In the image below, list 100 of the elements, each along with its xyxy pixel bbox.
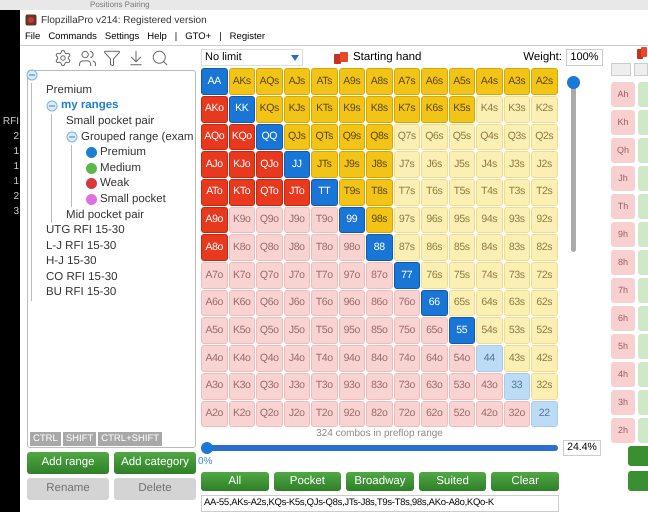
hand-cell[interactable]: AJs bbox=[284, 68, 310, 95]
card-button[interactable]: 9h bbox=[611, 222, 635, 247]
hand-cell[interactable]: 93s bbox=[504, 206, 530, 234]
hand-cell[interactable]: 84o bbox=[366, 345, 392, 372]
hand-cell[interactable]: A3o bbox=[201, 372, 228, 400]
tree-item[interactable]: Small pocket pair bbox=[66, 112, 154, 130]
preset-button[interactable]: Clear bbox=[491, 472, 559, 492]
hand-cell[interactable]: A7o bbox=[201, 262, 228, 289]
weight-field[interactable]: 100% bbox=[566, 49, 603, 66]
menu-item[interactable]: | bbox=[174, 30, 178, 45]
hand-cell[interactable]: T8o bbox=[311, 234, 338, 262]
tree-item[interactable]: UTG RFI 15-30 bbox=[46, 222, 125, 240]
collapse-icon[interactable] bbox=[46, 100, 58, 112]
card-button[interactable]: 3h bbox=[611, 390, 635, 415]
hand-cell[interactable]: 43o bbox=[476, 372, 502, 400]
hand-cell[interactable]: A2s bbox=[531, 68, 558, 95]
menu-item[interactable]: File bbox=[25, 30, 40, 45]
hand-cell[interactable]: T5s bbox=[448, 179, 475, 206]
hand-cell[interactable]: 63o bbox=[421, 372, 448, 400]
hand-cell[interactable]: 85o bbox=[366, 317, 392, 344]
hand-cell[interactable]: Q5s bbox=[448, 124, 475, 150]
hand-cell[interactable]: 74o bbox=[394, 345, 420, 372]
hand-cell[interactable]: T5o bbox=[311, 317, 338, 344]
card-button[interactable] bbox=[638, 278, 648, 303]
hand-cell[interactable]: A6s bbox=[421, 68, 448, 95]
card-button[interactable] bbox=[638, 138, 648, 163]
action-button[interactable]: Add range bbox=[27, 452, 109, 474]
hand-cell[interactable]: 55 bbox=[448, 317, 475, 344]
hand-cell[interactable]: AKs bbox=[228, 68, 255, 95]
slider-thumb[interactable] bbox=[567, 76, 580, 90]
hand-cell[interactable]: TT bbox=[311, 179, 338, 206]
hand-cell[interactable]: QTo bbox=[256, 179, 282, 206]
hand-cell[interactable]: A3s bbox=[504, 68, 530, 95]
card-button[interactable] bbox=[638, 166, 648, 191]
hand-cell[interactable]: QTs bbox=[311, 124, 338, 150]
hand-cell[interactable]: 52o bbox=[448, 400, 475, 428]
menu-item[interactable]: Help bbox=[147, 30, 167, 45]
hand-cell[interactable]: 73o bbox=[394, 372, 420, 400]
hand-cell[interactable]: Q8o bbox=[256, 234, 282, 262]
hand-cell[interactable]: K2o bbox=[228, 400, 255, 428]
hand-cell[interactable]: AQo bbox=[201, 124, 228, 150]
hand-cell[interactable]: Q2s bbox=[531, 124, 558, 150]
hand-cell[interactable]: J5s bbox=[448, 151, 475, 178]
card-button[interactable]: Qh bbox=[611, 138, 635, 163]
settings-icon[interactable] bbox=[54, 49, 72, 67]
hand-cell[interactable]: J2o bbox=[284, 400, 310, 428]
hand-cell[interactable]: 72s bbox=[531, 262, 558, 289]
hand-cell[interactable]: 75o bbox=[394, 317, 420, 344]
hand-cell[interactable]: 42s bbox=[531, 345, 558, 372]
hand-cell[interactable]: Q9s bbox=[338, 124, 365, 150]
card-button[interactable] bbox=[638, 334, 648, 359]
hand-cell[interactable]: T7o bbox=[311, 262, 338, 289]
slider-thumb[interactable] bbox=[201, 442, 213, 454]
hand-cell[interactable]: KQs bbox=[256, 96, 282, 123]
hand-cell[interactable]: 33 bbox=[504, 372, 530, 400]
hand-cell[interactable]: 53s bbox=[504, 317, 530, 344]
card-button[interactable] bbox=[638, 362, 648, 387]
hand-cell[interactable]: AA bbox=[201, 68, 228, 95]
hand-cell[interactable]: 86o bbox=[366, 290, 392, 316]
hand-cell[interactable]: J9o bbox=[284, 206, 310, 234]
hand-cell[interactable]: 32o bbox=[504, 400, 530, 428]
hand-cell[interactable]: Q3s bbox=[504, 124, 530, 150]
hand-cell[interactable]: 84s bbox=[476, 234, 502, 262]
preset-button[interactable]: Pocket bbox=[274, 472, 342, 492]
hand-cell[interactable]: 82o bbox=[366, 400, 392, 428]
hand-cell[interactable]: 76s bbox=[421, 262, 448, 289]
card-button[interactable]: 5h bbox=[611, 334, 635, 359]
hand-cell[interactable]: J6s bbox=[421, 151, 448, 178]
hand-cell[interactable]: 95o bbox=[338, 317, 365, 344]
card-button[interactable]: Kh bbox=[611, 110, 635, 135]
hand-cell[interactable]: K8o bbox=[228, 234, 255, 262]
hand-cell[interactable]: J8s bbox=[366, 151, 392, 178]
hand-cell[interactable]: T3o bbox=[311, 372, 338, 400]
search-icon[interactable] bbox=[151, 49, 169, 67]
hand-cell[interactable]: A4s bbox=[476, 68, 502, 95]
hand-cell[interactable]: 94o bbox=[338, 345, 365, 372]
tree-item[interactable]: Premium bbox=[100, 144, 146, 162]
hand-cell[interactable]: 64s bbox=[476, 290, 502, 316]
card-button[interactable]: 8h bbox=[611, 250, 635, 275]
hand-cell[interactable]: K4o bbox=[228, 345, 255, 372]
preset-button[interactable]: Suited bbox=[418, 472, 486, 492]
card-button[interactable]: 2h bbox=[611, 418, 635, 443]
menu-item[interactable]: | bbox=[219, 30, 222, 45]
hand-cell[interactable]: A2o bbox=[201, 400, 228, 428]
hand-cell[interactable]: J8o bbox=[284, 234, 310, 262]
card-button[interactable] bbox=[638, 306, 648, 331]
card-button[interactable]: Ah bbox=[611, 82, 635, 107]
hand-cell[interactable]: KJs bbox=[284, 96, 310, 123]
card-button[interactable] bbox=[638, 390, 648, 415]
hand-cell[interactable]: K4s bbox=[476, 96, 502, 123]
hand-cell[interactable]: T6o bbox=[311, 290, 338, 316]
hand-cell[interactable]: 99 bbox=[338, 206, 365, 234]
hand-cell[interactable]: 66 bbox=[421, 290, 448, 316]
preset-button[interactable]: Broadway bbox=[346, 472, 414, 492]
hand-cell[interactable]: 54s bbox=[476, 317, 502, 344]
hand-cell[interactable]: A9o bbox=[201, 206, 228, 234]
hand-cell[interactable]: T2s bbox=[531, 179, 558, 206]
card-button[interactable]: Jh bbox=[611, 166, 635, 191]
hand-cell[interactable]: K2s bbox=[531, 96, 558, 123]
users-icon[interactable] bbox=[78, 48, 97, 68]
